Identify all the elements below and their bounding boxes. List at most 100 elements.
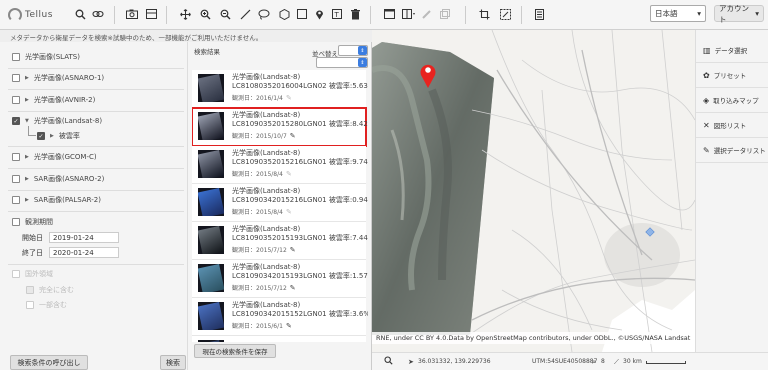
result-item[interactable]: 光学画像(Landsat-8) LC81090342015216LGN01 被雲… — [192, 184, 368, 222]
result-scene-id: LC81090342015193LGN01 被雲率:1.57% — [232, 272, 368, 280]
result-thumbnail[interactable] — [198, 74, 224, 102]
zoom-out-icon[interactable] — [217, 6, 233, 22]
filter-item-landsat8[interactable]: ✓ ▼ 光学画像(Landsat-8) — [12, 116, 102, 126]
crop-icon[interactable] — [476, 6, 492, 22]
load-search-conditions-button[interactable]: 検索条件の呼び出し — [10, 355, 88, 370]
result-item[interactable]: 光学画像(Landsat-8) LC81090352015280LGN01 被雲… — [192, 107, 368, 147]
sidebar-item-pin[interactable]: ✎ 選択データリスト — [696, 138, 768, 163]
tellus-logo[interactable]: Tellus — [8, 6, 60, 24]
sidebar-item-layers[interactable]: ◈ 取り込みマップ — [696, 88, 768, 113]
move-icon[interactable] — [177, 6, 193, 22]
checkbox[interactable] — [12, 218, 20, 226]
filter-label: 光学画像(Landsat-8) — [33, 117, 103, 125]
caret-down-icon[interactable]: ▼ — [25, 118, 29, 124]
hexagon-icon[interactable] — [276, 6, 292, 22]
caret-right-icon[interactable]: ▶ — [25, 154, 29, 160]
result-thumbnail[interactable] — [198, 188, 224, 216]
caret-right-icon[interactable]: ▶ — [25, 197, 29, 203]
caret-right-icon[interactable]: ▶ — [50, 133, 54, 139]
search-icon[interactable] — [384, 356, 393, 367]
result-thumbnail[interactable] — [198, 302, 224, 330]
filter-item-slats[interactable]: 光学画像(SLATS) — [12, 52, 80, 62]
caret-right-icon[interactable]: ▶ — [25, 176, 29, 182]
sidebar-item-book[interactable]: ▥ データ選択 — [696, 38, 768, 63]
filter-item-gcomc[interactable]: ▶ 光学画像(GCOM-C) — [12, 152, 97, 162]
result-date-prefix: 観測日： — [232, 171, 257, 178]
result-item[interactable]: 光学画像(Landsat-8) LC81090352015216LGN01 被雲… — [192, 146, 368, 184]
filter-panel: 光学画像(SLATS) ▶ 光学画像(ASNARO-1) ▶ 光学画像(AVNI… — [0, 42, 188, 370]
filter-item-avnir2[interactable]: ▶ 光学画像(AVNIR-2) — [12, 95, 95, 105]
filter-label: 光学画像(AVNIR-2) — [33, 96, 96, 104]
sidebar-item-preset[interactable]: ✿ プリセット — [696, 63, 768, 88]
image-save-icon[interactable] — [143, 6, 159, 22]
utm-coordinates: UTM:54SUE40508887 — [532, 358, 598, 365]
search-button[interactable]: 検索 — [160, 355, 186, 370]
result-item[interactable]: 光学画像(Landsat-8) LC81090342015193LGN01 被雲… — [192, 260, 368, 298]
pin-icon[interactable]: ✎ — [290, 284, 296, 292]
resize-icon[interactable] — [497, 6, 513, 22]
pin-icon[interactable]: ✎ — [290, 246, 296, 254]
sort-order-select[interactable]: ⇕ — [316, 57, 368, 68]
filter-label: 光学画像(ASNARO-1) — [33, 74, 105, 82]
edit-pencil-icon — [419, 6, 435, 22]
caret-right-icon[interactable]: ▶ — [25, 97, 29, 103]
result-scene-id: LC81090352015216LGN01 被雲率:9.74% — [232, 158, 368, 166]
result-thumbnail[interactable] — [198, 340, 224, 342]
filter-item-period[interactable]: 観測期間 — [12, 217, 53, 227]
filter-item-asnaro1[interactable]: ▶ 光学画像(ASNARO-1) — [12, 73, 104, 83]
pin-icon[interactable]: ✎ — [286, 94, 292, 102]
result-thumbnail[interactable] — [198, 226, 224, 254]
checkbox-checked[interactable]: ✓ — [37, 132, 45, 140]
result-item[interactable]: 光学画像(Landsat-8) LC81090342015152LGN01 被雲… — [192, 298, 368, 336]
map-view[interactable] — [372, 30, 695, 352]
result-thumbnail[interactable] — [198, 112, 224, 140]
rectangle-icon[interactable] — [294, 6, 310, 22]
result-scene-id: LC81090352015193LGN01 被雲率:7.44% — [232, 234, 368, 242]
language-select[interactable]: 日本語 ▾ — [650, 5, 706, 22]
area-label: 国外領域 — [25, 270, 53, 278]
link-icon[interactable] — [90, 6, 106, 22]
lasso-icon[interactable] — [256, 6, 272, 22]
result-thumbnail[interactable] — [198, 264, 224, 292]
caret-right-icon[interactable]: ▶ — [25, 75, 29, 81]
result-scene-id: LC81090342015152LGN01 被雲率:3.6% — [232, 310, 368, 318]
pin-icon[interactable]: ✎ — [286, 208, 292, 216]
line-draw-icon[interactable] — [237, 6, 253, 22]
window-icon[interactable] — [381, 6, 397, 22]
split-view-icon[interactable] — [401, 6, 417, 22]
filter-subitem-cloud[interactable]: ✓ ▶ 被雲率 — [37, 131, 80, 141]
pin-icon[interactable]: ✎ — [286, 322, 292, 330]
checkbox[interactable] — [12, 175, 20, 183]
zoom-in-icon[interactable] — [197, 6, 213, 22]
account-button[interactable]: アカウント ▾ — [714, 4, 764, 24]
result-item[interactable]: 光学画像(Landsat-8) LC81090352015193LGN01 被雲… — [192, 222, 368, 260]
pin-icon[interactable]: ✎ — [286, 170, 292, 178]
cursor-coordinates: 36.031332, 139.229736 — [418, 358, 491, 365]
save-search-button[interactable]: 現在の検索条件を保存 — [194, 344, 276, 358]
result-item[interactable]: 光学画像(Landsat-8) LC81080352016004LGN02 被雲… — [192, 70, 368, 108]
document-icon[interactable] — [531, 6, 547, 22]
start-date-input[interactable]: 2019-01-24 — [49, 232, 119, 243]
toolbar-divider — [370, 6, 371, 24]
checkbox[interactable] — [12, 74, 20, 82]
sort-select[interactable]: ⇕ — [338, 45, 368, 56]
sidebar-item-shapes[interactable]: ✕ 図形リスト — [696, 113, 768, 138]
checkbox[interactable] — [12, 196, 20, 204]
checkbox[interactable] — [12, 96, 20, 104]
end-date-input[interactable]: 2020-01-24 — [49, 247, 119, 258]
marker-icon[interactable] — [311, 6, 327, 22]
chevron-down-icon: ▾ — [697, 9, 701, 18]
result-item[interactable] — [192, 336, 366, 342]
checkbox[interactable] — [12, 153, 20, 161]
checkbox-checked[interactable]: ✓ — [12, 117, 20, 125]
pin-icon[interactable]: ✎ — [290, 132, 296, 140]
search-icon[interactable] — [72, 6, 88, 22]
text-tool-icon[interactable]: T — [329, 6, 345, 22]
result-thumbnail[interactable] — [198, 150, 224, 178]
book-icon: ▥ — [703, 45, 711, 55]
camera-icon[interactable] — [124, 6, 140, 22]
checkbox[interactable] — [12, 53, 20, 61]
filter-item-palsar2[interactable]: ▶ SAR画像(PALSAR-2) — [12, 195, 101, 205]
filter-item-asnaro2[interactable]: ▶ SAR画像(ASNARO-2) — [12, 174, 104, 184]
trash-icon[interactable] — [347, 6, 363, 22]
